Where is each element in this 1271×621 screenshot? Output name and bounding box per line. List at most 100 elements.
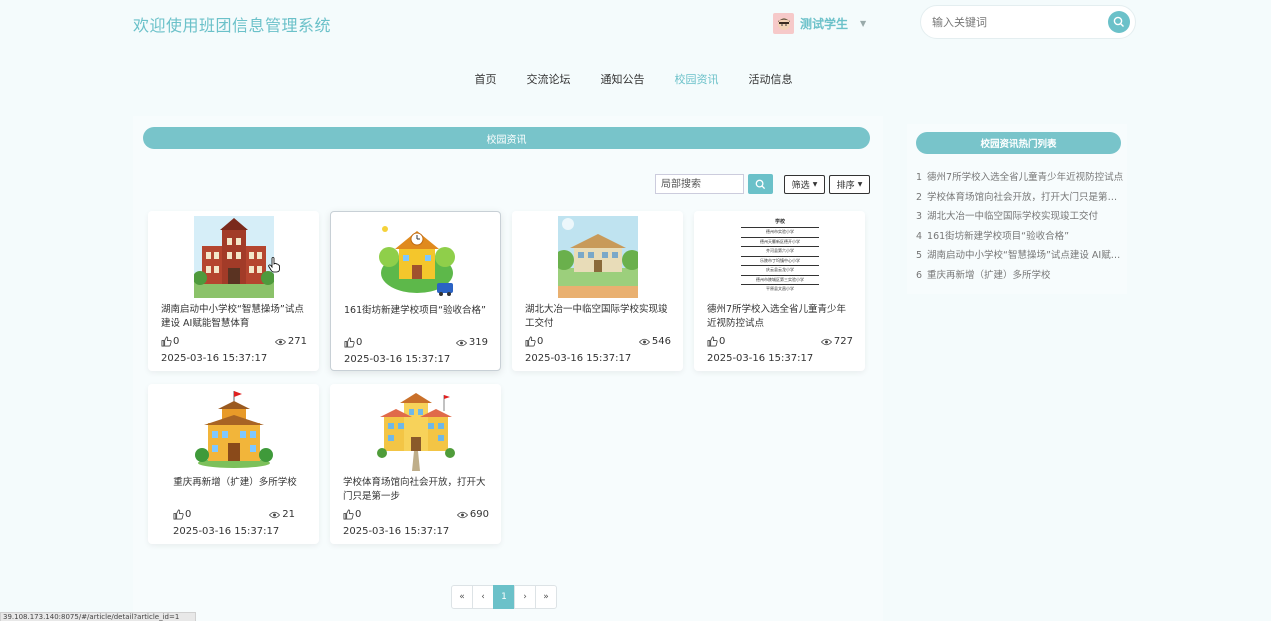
view-count-value: 727 xyxy=(833,336,853,347)
view-count-value: 319 xyxy=(468,337,488,348)
hot-item-title: 学校体育场馆向社会开放，打开大门只是第一步 xyxy=(927,191,1126,203)
nav-campus-news[interactable]: 校园资讯 xyxy=(660,72,734,88)
card-title[interactable]: 湖南启动中小学校“智慧操场”试点建设 AI赋能智慧体育 xyxy=(161,303,309,331)
table-row: 德州市实验小学 xyxy=(741,228,819,238)
view-count: 21 xyxy=(269,509,295,520)
card-title[interactable]: 湖北大冶一中临空国际学校实现竣工交付 xyxy=(525,303,673,331)
cartoon-school-clock-image xyxy=(377,217,457,299)
avatar xyxy=(773,12,794,34)
card-date: 2025-03-16 15:37:17 xyxy=(173,526,280,537)
card-title[interactable]: 学校体育场馆向社会开放，打开大门只是第一步 xyxy=(343,476,491,504)
school-with-flag-image xyxy=(194,389,274,471)
card-title[interactable]: 161街坊新建学校项目“验收合格” xyxy=(344,304,492,318)
table-row: 德州市陵城区第三实验小学 xyxy=(741,276,819,285)
eye-icon xyxy=(456,511,468,518)
search-button[interactable] xyxy=(1108,11,1130,33)
view-count: 319 xyxy=(455,337,488,348)
like-count[interactable]: 0 xyxy=(525,336,543,347)
like-count[interactable]: 0 xyxy=(707,336,725,347)
thumbs-up-icon xyxy=(344,337,355,348)
view-count: 690 xyxy=(456,509,489,520)
avatar-face-icon xyxy=(777,18,790,30)
view-count: 271 xyxy=(274,336,307,347)
hot-list-item[interactable]: 6 重庆再新增（扩建）多所学校 xyxy=(916,266,1126,286)
hot-item-title: 重庆再新增（扩建）多所学校 xyxy=(927,269,1051,281)
table-row: 庆云县云龙小学 xyxy=(741,266,819,276)
page-prev-button[interactable]: ‹ xyxy=(472,585,494,609)
hot-list-title: 校园资讯热门列表 xyxy=(916,132,1121,154)
search-icon xyxy=(1113,16,1124,27)
news-card[interactable]: 学校体育场馆向社会开放，打开大门只是第一步 0 690 2025-03-16 1… xyxy=(330,384,501,544)
local-search-button[interactable] xyxy=(748,174,773,194)
thumbs-up-icon xyxy=(173,509,184,520)
hot-item-number: 1 xyxy=(916,172,923,183)
site-title: 欢迎使用班团信息管理系统 xyxy=(133,16,332,35)
main-nav: 首页 交流论坛 通知公告 校园资讯 活动信息 xyxy=(0,72,1271,88)
school-list-table-image: 学校 德州市实验小学 德州天衢新区德开小学 齐河县第六小学 乐陵市丁坞镇中心小学… xyxy=(740,216,820,298)
hot-list-item[interactable]: 5 湖南启动中小学校“智慧操场”试点建设 AI赋能智慧体育 xyxy=(916,246,1126,266)
table-row: 德州天衢新区德开小学 xyxy=(741,238,819,247)
search-input[interactable] xyxy=(932,15,1102,29)
like-count-value: 0 xyxy=(185,509,192,520)
like-count[interactable]: 0 xyxy=(344,337,362,348)
section-title: 校园资讯 xyxy=(143,127,870,149)
global-search xyxy=(920,5,1136,39)
sort-label: 排序 xyxy=(836,181,855,191)
card-title[interactable]: 重庆再新增（扩建）多所学校 xyxy=(161,476,309,490)
eye-icon xyxy=(274,338,286,345)
local-search-input[interactable] xyxy=(655,174,744,194)
page-current-button[interactable]: 1 xyxy=(493,585,515,609)
news-card[interactable]: 重庆再新增（扩建）多所学校 0 21 2025-03-16 15:37:17 xyxy=(148,384,319,544)
hot-item-number: 5 xyxy=(916,250,923,261)
like-count[interactable]: 0 xyxy=(343,509,361,520)
hot-item-title: 湖南启动中小学校“智慧操场”试点建设 AI赋能智慧体育 xyxy=(927,250,1126,261)
hot-item-title: 湖北大冶一中临空国际学校实现竣工交付 xyxy=(927,211,1099,222)
card-title[interactable]: 德州7所学校入选全省儿童青少年近视防控试点 xyxy=(707,303,855,331)
card-date: 2025-03-16 15:37:17 xyxy=(525,353,632,364)
news-card[interactable]: 161街坊新建学校项目“验收合格” 0 319 2025-03-16 15:37… xyxy=(330,211,501,371)
view-count-value: 546 xyxy=(651,336,671,347)
thumbs-up-icon xyxy=(161,336,172,347)
nav-activity[interactable]: 活动信息 xyxy=(734,72,808,88)
painted-school-scene-image xyxy=(558,216,638,298)
nav-forum[interactable]: 交流论坛 xyxy=(512,72,586,88)
eye-icon xyxy=(638,338,650,345)
hot-item-number: 6 xyxy=(916,269,923,281)
page-first-button[interactable]: « xyxy=(451,585,473,609)
like-count-value: 0 xyxy=(719,336,726,347)
sort-dropdown[interactable]: 排序 ▼ xyxy=(829,175,870,194)
thumbs-up-icon xyxy=(343,509,354,520)
table-header: 学校 xyxy=(774,219,785,225)
user-name: 测试学生 xyxy=(800,16,849,31)
news-card[interactable]: 学校 德州市实验小学 德州天衢新区德开小学 齐河县第六小学 乐陵市丁坞镇中心小学… xyxy=(694,211,865,371)
news-card[interactable]: 湖北大冶一中临空国际学校实现竣工交付 0 546 2025-03-16 15:3… xyxy=(512,211,683,371)
view-count: 727 xyxy=(820,336,853,347)
hot-list-item[interactable]: 4 161街坊新建学校项目“验收合格” xyxy=(916,227,1126,247)
card-date: 2025-03-16 15:37:17 xyxy=(344,354,451,365)
hot-list-item[interactable]: 1 德州7所学校入选全省儿童青少年近视防控试点 xyxy=(916,168,1126,188)
user-menu[interactable]: 测试学生 ▼ xyxy=(773,12,866,34)
card-date: 2025-03-16 15:37:17 xyxy=(343,526,450,537)
card-date: 2025-03-16 15:37:17 xyxy=(161,353,268,364)
like-count[interactable]: 0 xyxy=(173,509,191,520)
page-last-button[interactable]: » xyxy=(535,585,557,609)
chevron-down-icon: ▼ xyxy=(860,18,867,28)
view-count-value: 271 xyxy=(287,336,307,347)
like-count[interactable]: 0 xyxy=(161,336,179,347)
table-row: 齐河县第六小学 xyxy=(741,247,819,257)
thumbs-up-icon xyxy=(707,336,718,347)
filter-dropdown[interactable]: 筛选 ▼ xyxy=(784,175,825,194)
yellow-school-building-image xyxy=(376,389,456,471)
thumbs-up-icon xyxy=(525,336,536,347)
page-next-button[interactable]: › xyxy=(514,585,536,609)
hot-list-item[interactable]: 2 学校体育场馆向社会开放，打开大门只是第一步 xyxy=(916,188,1126,208)
view-count-value: 21 xyxy=(282,509,295,520)
red-school-building-image xyxy=(194,216,274,298)
nav-notice[interactable]: 通知公告 xyxy=(586,72,660,88)
hot-item-number: 4 xyxy=(916,230,923,242)
nav-home[interactable]: 首页 xyxy=(460,72,512,88)
hot-list-item[interactable]: 3 湖北大冶一中临空国际学校实现竣工交付 xyxy=(916,207,1126,227)
news-card[interactable]: 湖南启动中小学校“智慧操场”试点建设 AI赋能智慧体育 0 271 2025-0… xyxy=(148,211,319,371)
like-count-value: 0 xyxy=(355,509,362,520)
status-url: 39.108.173.140:8075/#/article/detail?art… xyxy=(0,612,196,621)
